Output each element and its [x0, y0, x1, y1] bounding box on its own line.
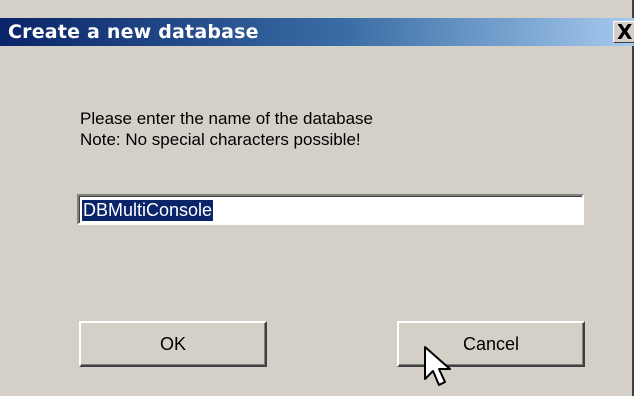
arrow-pointer-icon — [424, 346, 451, 386]
dialog-title: Create a new database — [8, 21, 259, 43]
ok-button-label: OK — [159, 333, 186, 354]
note-text: Note: No special characters possible! — [80, 130, 361, 149]
database-name-input[interactable]: DBMultiConsole — [77, 194, 584, 225]
prompt-text: Please enter the name of the database — [80, 109, 373, 128]
close-icon: X — [617, 20, 633, 44]
create-database-dialog: Create a new database X Please enter the… — [0, 0, 634, 396]
database-name-value: DBMultiConsole — [82, 200, 214, 221]
ok-button[interactable]: OK — [79, 321, 267, 367]
close-button[interactable]: X — [613, 20, 634, 44]
title-bar[interactable]: Create a new database X — [0, 18, 634, 46]
cancel-button-label: Cancel — [462, 333, 520, 354]
